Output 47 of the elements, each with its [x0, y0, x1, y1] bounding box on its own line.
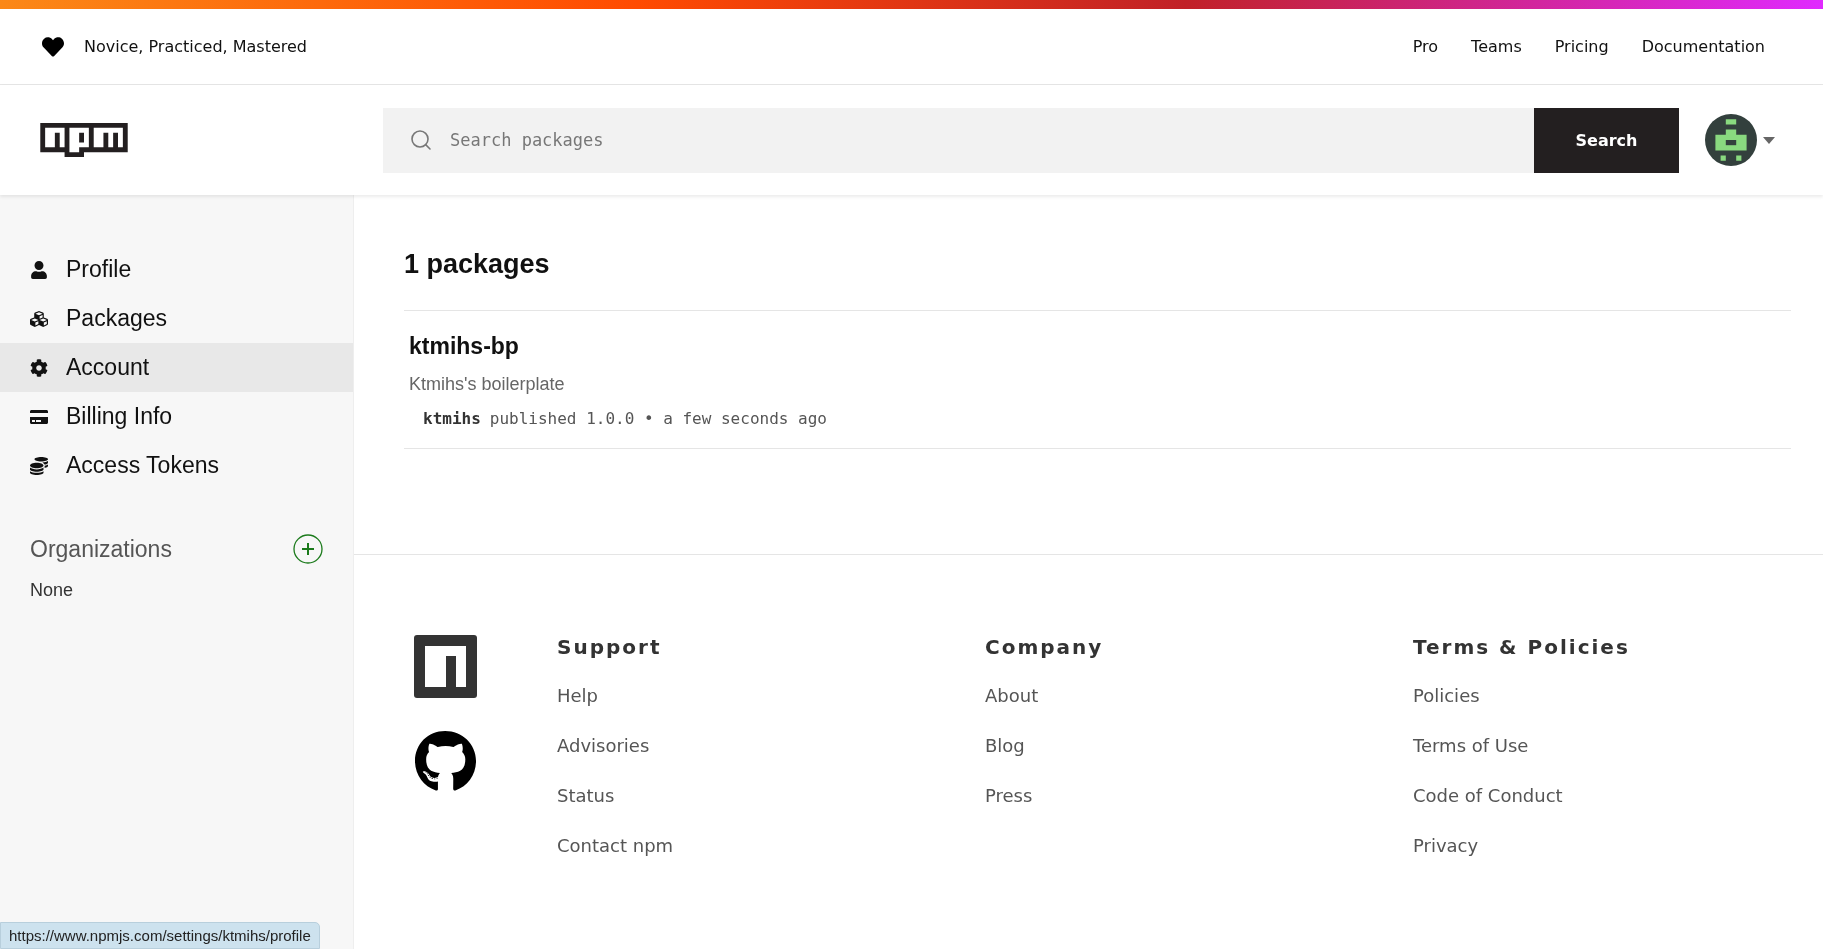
footer-link[interactable]: About	[985, 685, 1413, 735]
npm-square-logo[interactable]	[414, 635, 477, 698]
add-icon[interactable]	[293, 534, 323, 564]
heart-icon	[42, 35, 64, 58]
page-heading: 1 packages	[404, 249, 1791, 311]
search-button[interactable]: Search	[1534, 107, 1679, 173]
footer-link[interactable]: Contact npm	[557, 835, 985, 885]
footer-heading: Terms & Policies	[1413, 635, 1631, 659]
credit-card-icon	[30, 407, 48, 426]
search-field[interactable]: Search packages	[383, 107, 1534, 173]
footer-link[interactable]: Privacy	[1413, 835, 1823, 885]
footer-link[interactable]: Help	[557, 685, 985, 735]
caret-icon[interactable]	[1763, 136, 1775, 144]
avatar-icon[interactable]	[1705, 114, 1757, 166]
tagline: Novice, Practiced, Mastered	[84, 37, 308, 56]
nav-link[interactable]: Pricing	[1554, 37, 1609, 56]
footer-heading: Support	[557, 635, 663, 659]
footer-link[interactable]: Status	[557, 785, 985, 835]
search-icon	[409, 127, 433, 152]
sidebar-item[interactable]: Packages	[0, 294, 353, 343]
footer-link[interactable]: Press	[985, 785, 1413, 835]
coins-icon	[30, 456, 48, 475]
package-name[interactable]: ktmihs-bp	[409, 333, 1786, 360]
gear-icon	[30, 358, 48, 377]
sidebar-item[interactable]: Access Tokens	[0, 441, 353, 490]
footer-link[interactable]: Blog	[985, 735, 1413, 785]
section-title: Organizations	[30, 535, 172, 563]
package-description: Ktmihs's boilerplate	[409, 374, 566, 395]
status-url: https://www.npmjs.com/settings/ktmihs/profile	[0, 922, 320, 949]
sidebar-item[interactable]: Account	[0, 343, 353, 392]
footer-link[interactable]: Advisories	[557, 735, 985, 785]
github-icon[interactable]	[414, 730, 477, 793]
npm-logo[interactable]	[40, 123, 128, 157]
organization-text: None	[29, 579, 75, 601]
user-icon	[30, 260, 48, 279]
nav-link[interactable]: Pro	[1412, 37, 1439, 56]
footer-link[interactable]: Terms of Use	[1413, 735, 1823, 785]
publisher-link[interactable]: ktmihs	[423, 409, 481, 428]
nav-link[interactable]: Documentation	[1641, 37, 1765, 56]
sidebar-item[interactable]: Billing Info	[0, 392, 353, 441]
publish-info: published 1.0.0 • a few seconds ago	[489, 409, 827, 428]
sidebar-item[interactable]: Profile	[0, 245, 353, 294]
footer-link[interactable]: Policies	[1413, 685, 1823, 735]
footer-link[interactable]: Code of Conduct	[1413, 785, 1823, 835]
footer-heading: Company	[985, 635, 1105, 659]
nav-link[interactable]: Teams	[1471, 37, 1522, 56]
cubes-icon	[30, 309, 48, 328]
